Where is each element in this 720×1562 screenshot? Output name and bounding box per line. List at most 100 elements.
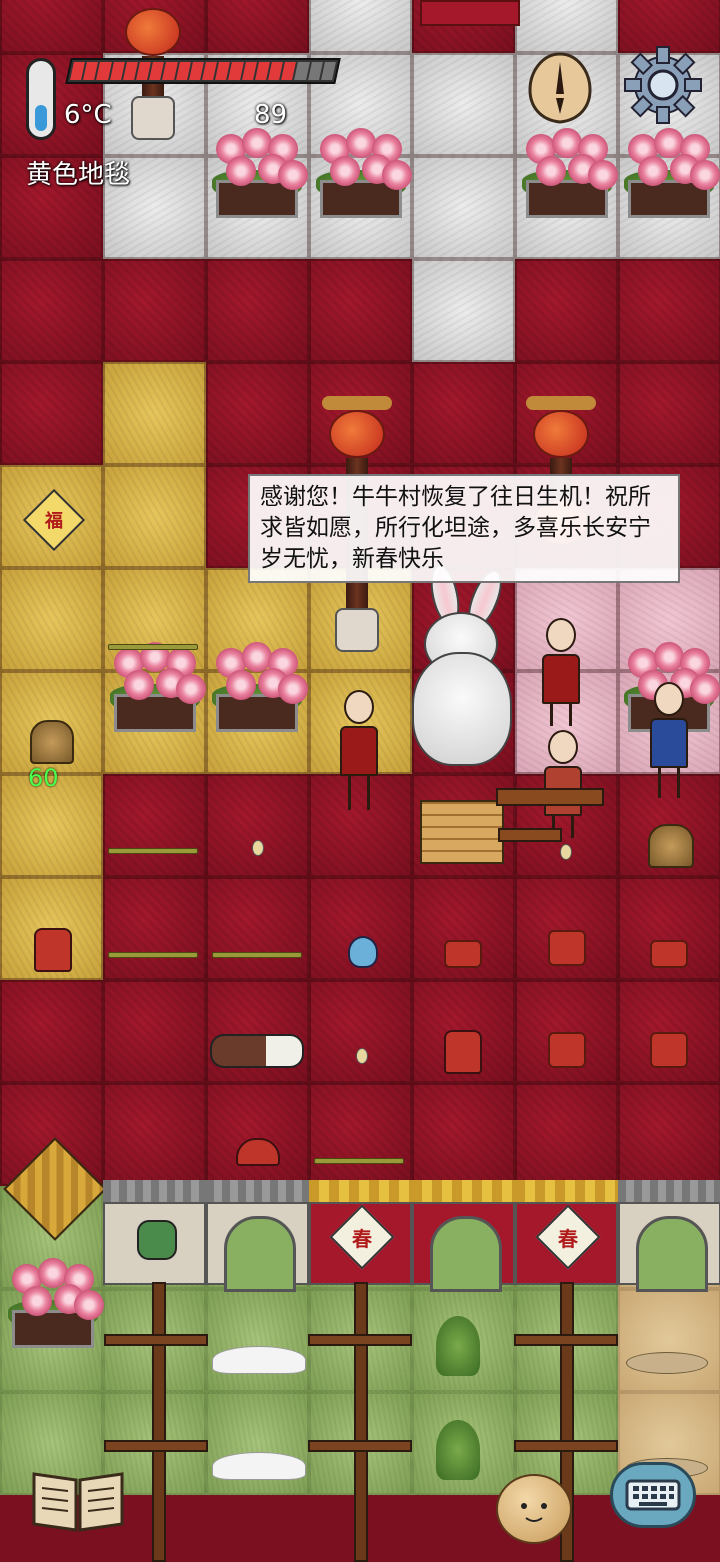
peony-flower: [588, 160, 618, 190]
fu-sign-tile[interactable]: 福: [22, 488, 86, 552]
dirt-pile[interactable]: [626, 1352, 708, 1374]
floor-tile[interactable]: [103, 980, 206, 1083]
npc-villager[interactable]: [538, 730, 588, 838]
stick-item[interactable]: [314, 1158, 404, 1164]
tile-label: 黄色地毯: [26, 160, 131, 190]
basket-item[interactable]: [30, 720, 74, 764]
floor-tile[interactable]: [309, 1083, 412, 1186]
peony-flower-box[interactable]: [208, 640, 308, 738]
stone-wall-arch[interactable]: [206, 1180, 309, 1292]
floor-tile[interactable]: [103, 1083, 206, 1186]
temperature-readout: 6°C: [64, 100, 112, 130]
npc-villager[interactable]: [644, 682, 694, 812]
red-envelope-stack[interactable]: [548, 930, 586, 966]
floor-tile[interactable]: [103, 774, 206, 877]
stick-item[interactable]: [108, 644, 198, 650]
peony-flower: [654, 128, 684, 158]
wall-gate[interactable]: [0, 1130, 107, 1280]
red-hat-item[interactable]: [236, 1138, 280, 1166]
red-wall-spring[interactable]: 春: [515, 1180, 618, 1285]
floor-tile[interactable]: [0, 362, 103, 465]
fence-rail: [514, 1334, 618, 1346]
floor-tile[interactable]: [618, 362, 720, 465]
floor-tile[interactable]: [309, 980, 412, 1083]
floor-tile[interactable]: [103, 259, 206, 362]
floor-tile[interactable]: [206, 774, 309, 877]
floor-tile[interactable]: [412, 1083, 515, 1186]
red-envelope-stack[interactable]: [548, 1032, 586, 1068]
floor-tile[interactable]: [412, 259, 515, 362]
floor-tile[interactable]: [412, 362, 515, 465]
floor-tile[interactable]: [103, 465, 206, 568]
stone-wall[interactable]: [103, 1180, 206, 1285]
red-envelope-stack[interactable]: [650, 940, 688, 968]
snow-pile[interactable]: [212, 1452, 306, 1480]
stone-wall-arch[interactable]: [618, 1180, 720, 1292]
peony-flower-box[interactable]: [620, 126, 720, 224]
coat-item[interactable]: [34, 928, 72, 972]
floor-tile[interactable]: [0, 980, 103, 1083]
lantern: [329, 410, 385, 458]
peony-flower: [638, 156, 668, 186]
crop-plant[interactable]: [436, 1420, 480, 1480]
floor-tile[interactable]: [206, 1083, 309, 1186]
floor-tile[interactable]: [206, 1289, 309, 1392]
book-icon[interactable]: [30, 1466, 126, 1534]
snow-pile[interactable]: [212, 1346, 306, 1374]
npc-villager[interactable]: [536, 618, 586, 728]
floor-tile[interactable]: [618, 1289, 720, 1392]
floor-tile[interactable]: [206, 259, 309, 362]
bench-item[interactable]: [496, 788, 604, 806]
seed-item[interactable]: [252, 840, 264, 856]
floor-tile[interactable]: [103, 362, 206, 465]
floor-tile[interactable]: [103, 877, 206, 980]
clock-icon[interactable]: [520, 48, 600, 128]
floor-tile[interactable]: [309, 259, 412, 362]
wood-crate[interactable]: [420, 800, 504, 864]
seed-item[interactable]: [356, 1048, 368, 1064]
floor-tile[interactable]: [0, 0, 103, 53]
fu-sign-door[interactable]: [420, 0, 520, 26]
peony-flower-box[interactable]: [106, 640, 206, 738]
floor-tile[interactable]: [412, 156, 515, 259]
floor-tile[interactable]: [206, 362, 309, 465]
fence-rail: [104, 1440, 208, 1452]
floor-tile[interactable]: [206, 877, 309, 980]
seed-item[interactable]: [560, 844, 572, 860]
skeleton-remains[interactable]: [210, 1034, 304, 1068]
peony-flower: [22, 1286, 52, 1316]
peony-flower-box[interactable]: [312, 126, 412, 224]
floor-tile[interactable]: [0, 259, 103, 362]
gear-icon[interactable]: [622, 44, 704, 126]
bench-item[interactable]: [498, 828, 562, 842]
red-envelope-stack[interactable]: [650, 1032, 688, 1068]
coat-item[interactable]: [444, 1030, 482, 1074]
crop-plant[interactable]: [436, 1316, 480, 1376]
health-bar: [65, 58, 341, 84]
red-wall-arch[interactable]: [412, 1180, 515, 1292]
floor-tile[interactable]: [618, 1083, 720, 1186]
red-wall-spring[interactable]: 春: [309, 1180, 412, 1285]
stick-item[interactable]: [108, 848, 198, 854]
floor-tile[interactable]: [515, 259, 618, 362]
keyboard-icon[interactable]: [610, 1462, 696, 1528]
gift-pouch-item[interactable]: [348, 936, 378, 968]
rabbit-npc[interactable]: [400, 560, 520, 770]
red-envelope-stack[interactable]: [444, 940, 482, 968]
floor-tile[interactable]: [515, 0, 618, 53]
floor-tile[interactable]: [618, 259, 720, 362]
floor-tile[interactable]: [309, 0, 412, 53]
basket-item[interactable]: [648, 824, 694, 868]
floor-tile[interactable]: [206, 0, 309, 53]
lantern: [533, 410, 589, 458]
potato-companion[interactable]: [496, 1474, 572, 1544]
floor-tile[interactable]: [0, 568, 103, 671]
stick-item[interactable]: [108, 952, 198, 958]
peony-flower-box[interactable]: [518, 126, 618, 224]
floor-tile[interactable]: [412, 53, 515, 156]
stick-item[interactable]: [212, 952, 302, 958]
peony-flower-box[interactable]: [208, 126, 308, 224]
floor-tile[interactable]: [515, 1083, 618, 1186]
player-character[interactable]: [334, 690, 384, 830]
fu-sign: 福: [22, 488, 86, 552]
